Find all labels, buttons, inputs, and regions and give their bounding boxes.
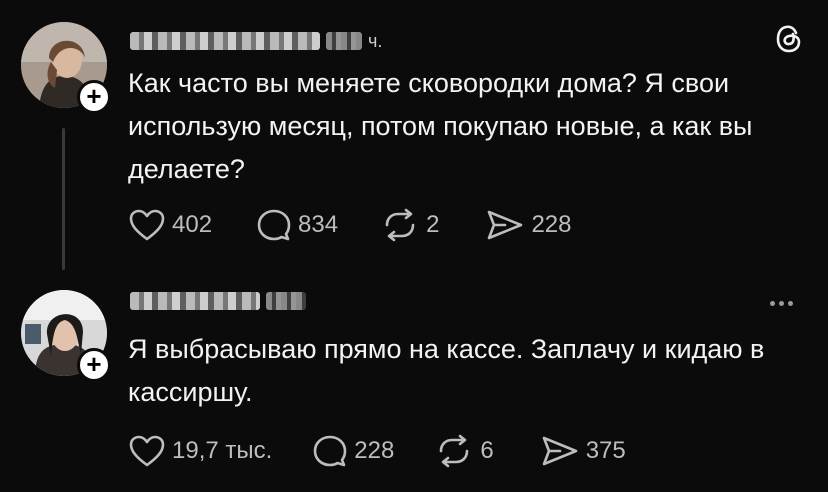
comment-button[interactable]: 834 [256, 208, 338, 242]
heart-icon [129, 435, 165, 467]
share-count: 228 [531, 211, 572, 238]
share-button[interactable]: 375 [540, 434, 626, 468]
follow-plus-icon[interactable]: + [77, 348, 111, 382]
like-count: 19,7 тыс. [172, 437, 273, 464]
follow-plus-icon[interactable]: + [77, 80, 111, 114]
post-text: Как часто вы меняете сковородки дома? Я … [128, 68, 753, 184]
repost-button[interactable]: 2 [380, 208, 439, 242]
thread-post: + ч. Как часто вы меняете сковородки дом… [0, 0, 828, 280]
repost-icon [440, 434, 469, 468]
comment-count: 228 [354, 437, 395, 464]
repost-button[interactable]: 6 [434, 434, 494, 468]
comment-icon [257, 209, 291, 241]
action-bar: 19,7 тыс. 228 6 375 [128, 434, 626, 468]
blurred-timestamp [326, 32, 362, 50]
comment-icon [313, 435, 347, 467]
like-button[interactable]: 402 [128, 208, 212, 242]
heart-icon [129, 209, 165, 241]
blurred-username [130, 292, 260, 310]
repost-count: 2 [426, 211, 440, 238]
like-count: 402 [172, 211, 213, 238]
like-button[interactable]: 19,7 тыс. [128, 434, 272, 468]
threads-logo-icon[interactable] [775, 24, 803, 59]
blurred-username [130, 32, 320, 50]
share-button[interactable]: 228 [485, 208, 572, 242]
thread-connector-line [62, 128, 65, 270]
share-count: 375 [585, 437, 626, 464]
comment-button[interactable]: 228 [312, 434, 394, 468]
repost-count: 6 [480, 437, 494, 464]
more-options-icon[interactable] [770, 301, 793, 306]
username[interactable]: ч. [130, 30, 382, 52]
share-icon [542, 436, 578, 466]
share-icon [488, 210, 523, 240]
timestamp-suffix: ч. [368, 30, 383, 51]
repost-icon [385, 208, 415, 242]
post-text: Я выбрасываю прямо на кассе. Заплачу и к… [128, 334, 765, 407]
blurred-timestamp [266, 292, 306, 310]
username[interactable] [130, 290, 312, 312]
action-bar: 402 834 2 228 [128, 208, 572, 242]
comment-count: 834 [298, 211, 339, 238]
thread-reply: + Я выбрасываю прямо на кассе. Заплачу и… [0, 280, 828, 492]
